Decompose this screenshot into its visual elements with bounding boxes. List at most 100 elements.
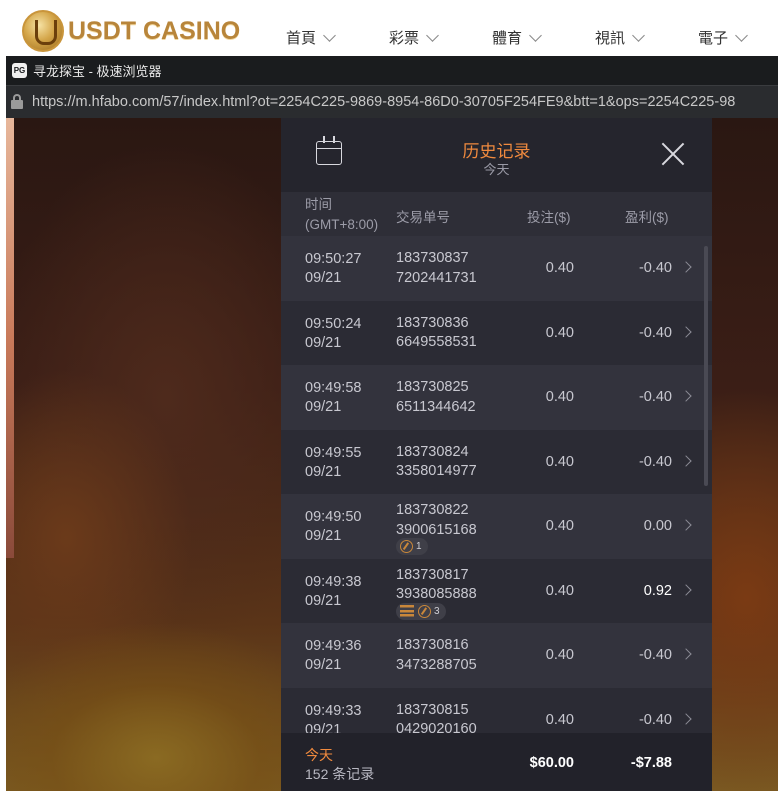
row-time: 09:49:33 09/21: [305, 702, 361, 734]
row-id-line1: 183730815: [396, 701, 469, 718]
table-row[interactable]: 09:49:58 09/21 183730825 6511344642 0.40 -…: [281, 365, 712, 430]
row-id-line1: 183730824: [396, 443, 469, 460]
chevron-down-icon: [426, 28, 439, 42]
address-bar[interactable]: https://m.hfabo.com/57/index.html?ot=225…: [6, 85, 778, 118]
row-id-line1: 183730836: [396, 314, 469, 331]
badge-count: 1: [416, 541, 422, 552]
row-time: 09:49:55 09/21: [305, 444, 361, 482]
column-header-time: 时间 (GMT+8:00): [305, 195, 378, 235]
nav-item-slots[interactable]: 電子: [698, 27, 778, 48]
row-date-value: 09/21: [305, 334, 342, 351]
row-profit: -0.40: [638, 647, 672, 663]
row-id-line1: 183730837: [396, 250, 469, 266]
column-header-timezone: (GMT+8:00): [305, 217, 379, 232]
column-header-bet: 投注($): [527, 210, 571, 225]
url-text[interactable]: https://m.hfabo.com/57/index.html?ot=225…: [32, 94, 735, 110]
nav-item-label: 電子: [698, 30, 729, 47]
nav-item-label: 體育: [492, 30, 523, 47]
table-row[interactable]: 09:49:36 09/21 183730816 3473288705 0.40 -…: [281, 623, 712, 688]
row-time-value: 09:49:36: [305, 638, 362, 654]
nav-item-live[interactable]: 視訊: [595, 27, 698, 48]
row-date-value: 09/21: [305, 463, 342, 480]
row-profit: -0.40: [638, 260, 672, 276]
table-row[interactable]: 09:50:27 09/21 183730837 7202441731 0.40 -…: [281, 236, 712, 301]
row-id-line2: 3938085888: [396, 586, 477, 602]
history-list: 09:50:27 09/21 183730837 7202441731 0.40 -…: [281, 236, 712, 733]
nav-item-label: 彩票: [389, 30, 420, 47]
chevron-right-icon: [680, 454, 692, 467]
window-title: 寻龙探宝 - 极速浏览器: [33, 64, 162, 79]
row-transaction-id: 183730825 6511344642: [396, 378, 476, 417]
row-profit: -0.40: [638, 324, 672, 341]
row-profit: 0.92: [643, 582, 672, 599]
row-time-value: 09:49:33: [305, 702, 362, 719]
row-transaction-id: 183730815 0429020160: [396, 701, 477, 734]
row-bet: 0.40: [545, 582, 574, 599]
chevron-right-icon: [680, 519, 692, 531]
row-time-value: 09:50:24: [305, 315, 362, 332]
close-icon[interactable]: [660, 141, 686, 167]
badge-count: 3: [434, 605, 440, 617]
row-id-line2: 6511344642: [396, 398, 476, 415]
history-header: 历史记录 今天: [281, 118, 712, 192]
row-date-value: 09/21: [305, 592, 342, 609]
row-bet: 0.40: [545, 260, 574, 276]
row-profit: -0.40: [638, 453, 672, 470]
row-date-value: 09/21: [305, 270, 342, 286]
row-profit: 0.00: [643, 518, 672, 534]
row-time: 09:49:58 09/21: [305, 379, 361, 417]
row-transaction-id: 183730836 6649558531: [396, 314, 477, 353]
nav-item-label: 視訊: [595, 30, 626, 47]
row-transaction-id: 183730824 3358014977: [396, 443, 477, 482]
logo-text: USDT CASINO: [68, 16, 241, 45]
row-id-line2: 0429020160: [396, 721, 477, 733]
row-time-value: 09:49:50: [305, 509, 362, 525]
summary-period: 今天: [305, 747, 333, 763]
nav-item-lottery[interactable]: 彩票: [389, 27, 492, 48]
table-row[interactable]: 09:50:24 09/21 183730836 6649558531 0.40 -…: [281, 300, 712, 365]
chevron-right-icon: [680, 325, 692, 338]
row-id-line2: 7202441731: [396, 269, 477, 286]
nav-item-label: 首頁: [286, 30, 317, 47]
list-scrollbar[interactable]: [704, 246, 708, 486]
row-time: 09:50:27 09/21: [305, 250, 361, 288]
free-spin-badge: 3: [396, 602, 446, 620]
nav-item-home[interactable]: 首頁: [286, 27, 389, 48]
row-time: 09:49:50 09/21: [305, 508, 361, 546]
site-logo[interactable]: USDT CASINO: [22, 10, 240, 52]
table-row[interactable]: 09:49:50 09/21 183730822 3900615168 1 0.40…: [281, 494, 712, 559]
row-id-line2: 6649558531: [396, 334, 477, 350]
row-transaction-id: 183730837 7202441731: [396, 249, 477, 288]
row-date-value: 09/21: [305, 721, 342, 734]
row-bet: 0.40: [545, 453, 574, 470]
chevron-down-icon: [632, 28, 645, 42]
history-panel: 历史记录 今天 时间 (GMT+8:00) 交易单号 投注($) 盈利($) 0…: [281, 118, 712, 791]
row-id-line1: 183730816: [396, 637, 469, 653]
table-header: 时间 (GMT+8:00) 交易单号 投注($) 盈利($): [281, 192, 712, 236]
app-icon: PG: [12, 63, 27, 78]
row-transaction-id: 183730822 3900615168: [396, 501, 477, 540]
chevron-down-icon: [323, 28, 336, 42]
row-time: 09:49:38 09/21: [305, 573, 361, 611]
free-spin-badge: 1: [396, 538, 428, 555]
summary-record-count: 152 条记录: [305, 766, 375, 782]
row-bet: 0.40: [545, 389, 574, 405]
coin-stack-icon: [400, 605, 414, 617]
row-bet: 0.40: [545, 324, 574, 341]
row-time: 09:50:24 09/21: [305, 315, 361, 353]
row-id-line2: 3358014977: [396, 463, 477, 479]
row-id-line1: 183730825: [396, 379, 469, 395]
row-time-value: 09:50:27: [305, 251, 362, 267]
row-transaction-id: 183730817 3938085888: [396, 566, 477, 605]
row-transaction-id: 183730816 3473288705: [396, 636, 477, 675]
row-id-line1: 183730822: [396, 502, 469, 518]
table-row[interactable]: 09:49:33 09/21 183730815 0429020160 0.40 -…: [281, 687, 712, 734]
lock-icon: [10, 94, 24, 110]
column-header-time-label: 时间: [305, 197, 332, 212]
row-time-value: 09:49:55: [305, 444, 362, 461]
table-row[interactable]: 09:49:55 09/21 183730824 3358014977 0.40 -…: [281, 429, 712, 494]
table-row[interactable]: 09:49:38 09/21 183730817 3938085888 3 0.40…: [281, 558, 712, 623]
nav-item-sports[interactable]: 體育: [492, 27, 595, 48]
summary-total-bet: $60.00: [529, 755, 574, 771]
browser-window: PG 寻龙探宝 - 极速浏览器 https://m.hfabo.com/57/i…: [6, 56, 778, 791]
